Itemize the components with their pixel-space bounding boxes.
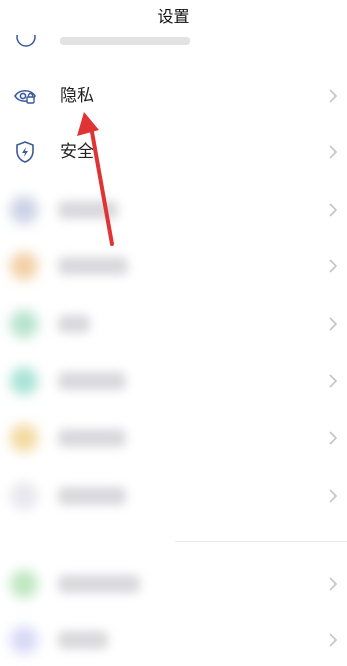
section-divider <box>175 541 347 542</box>
blurred-icon <box>10 482 38 510</box>
chevron-right-icon <box>329 259 338 273</box>
chevron-right-icon <box>329 145 338 159</box>
settings-row-privacy[interactable]: 隐私 <box>0 70 347 122</box>
blurred-icon <box>10 310 38 338</box>
settings-row-blurred[interactable] <box>0 240 347 292</box>
chevron-right-icon <box>329 203 338 217</box>
chevron-right-icon <box>329 317 338 331</box>
chevron-right-icon <box>329 489 338 503</box>
blurred-label <box>58 575 140 593</box>
privacy-eye-lock-icon <box>14 89 36 104</box>
blurred-label <box>58 631 108 649</box>
chevron-right-icon <box>329 431 338 445</box>
chevron-right-icon <box>329 89 338 103</box>
blurred-icon <box>10 196 38 224</box>
settings-row-blurred[interactable] <box>0 298 347 350</box>
partial-row <box>0 34 347 48</box>
chevron-right-icon <box>329 577 338 591</box>
settings-row-security[interactable]: 安全 <box>0 126 347 178</box>
blurred-icon <box>10 626 38 654</box>
blurred-icon <box>10 424 38 452</box>
settings-row-blurred[interactable] <box>0 412 347 464</box>
page-title: 设置 <box>0 0 347 34</box>
blurred-label <box>58 372 126 390</box>
blurred-label <box>58 429 126 447</box>
chevron-right-icon <box>329 633 338 647</box>
settings-row-label: 隐私 <box>60 86 94 106</box>
settings-row-blurred[interactable] <box>0 355 347 407</box>
blurred-label <box>58 487 126 505</box>
chevron-right-icon <box>329 374 338 388</box>
blurred-icon <box>10 570 38 598</box>
settings-row-blurred[interactable] <box>0 184 347 236</box>
security-shield-icon <box>16 141 34 163</box>
settings-row-label: 安全 <box>60 142 94 162</box>
settings-row-blurred[interactable] <box>0 558 347 610</box>
blurred-label <box>58 315 90 333</box>
blurred-icon <box>10 367 38 395</box>
settings-row-blurred[interactable] <box>0 470 347 522</box>
blurred-label <box>58 201 118 219</box>
partial-row-fragment <box>16 34 190 47</box>
blurred-label <box>58 257 128 275</box>
blurred-icon <box>10 252 38 280</box>
settings-row-blurred[interactable] <box>0 614 347 666</box>
